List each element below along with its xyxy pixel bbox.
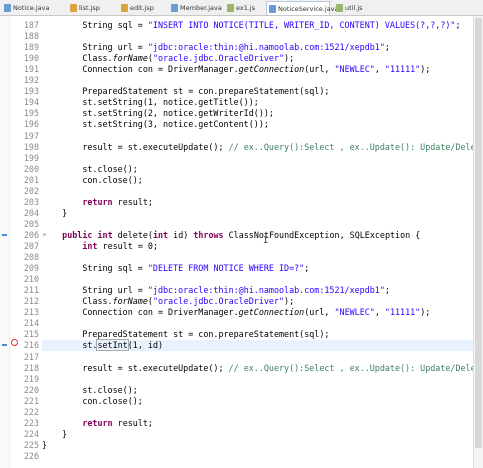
line-number: 211 [23, 285, 39, 296]
code-line[interactable]: } [42, 440, 47, 451]
java-file-icon [171, 3, 178, 12]
code-line[interactable]: st.setString(2, notice.getWriterId()); [42, 108, 274, 119]
code-line[interactable]: } [42, 208, 67, 219]
line-number: 208 [23, 252, 39, 263]
code-line[interactable]: Class.forName("oracle.jdbc.OracleDriver"… [42, 53, 294, 64]
mouse-ibeam-cursor: I [263, 236, 269, 246]
error-marker-icon[interactable] [11, 339, 18, 346]
line-number: 203 [23, 196, 39, 207]
code-line[interactable]: st.close(); [42, 164, 137, 175]
line-number: 200 [23, 163, 39, 174]
editor-tab-bar: Notice.java list.jsp edit.jsp Member.java ex… [0, 0, 483, 16]
tab-notice-java[interactable]: Notice.java [2, 1, 62, 14]
line-number: 207 [23, 241, 39, 251]
code-line[interactable]: result = st.executeUpdate(); // ex..Quer… [42, 142, 474, 153]
code-line[interactable]: st.close(); [42, 385, 137, 396]
line-number: 195 [23, 108, 39, 119]
line-number: 219 [23, 373, 39, 384]
code-line[interactable]: String sql = "INSERT INTO NOTICE(TITLE, … [42, 20, 460, 31]
line-number: 196 [23, 119, 39, 130]
tab-edit-jsp[interactable]: edit.jsp [119, 1, 163, 14]
code-editor[interactable]: String sql = "INSERT INTO NOTICE(TITLE, … [42, 16, 474, 468]
line-number: 199 [23, 152, 39, 163]
line-number: 218 [23, 362, 39, 373]
line-number: 226 [23, 450, 39, 461]
code-line[interactable]: String url = "jdbc:oracle:thin:@hi.namoo… [42, 42, 390, 53]
line-number: 221 [23, 395, 39, 406]
line-number: 206 [23, 229, 39, 240]
tab-label: edit.jsp [130, 3, 154, 12]
code-line[interactable]: PreparedStatement st = con.prepareStatem… [42, 86, 329, 97]
code-line[interactable]: st.setString(3, notice.getContent()); [42, 119, 269, 130]
code-line[interactable]: PreparedStatement st = con.prepareStatem… [42, 329, 329, 340]
line-number: 187 [23, 20, 39, 30]
line-number: 222 [23, 406, 39, 417]
ruler-marker[interactable] [2, 344, 7, 347]
scrollbar-thumb[interactable] [475, 18, 482, 448]
code-line[interactable]: } [42, 429, 67, 440]
tab-label: NoticeService.java [278, 4, 339, 13]
line-number: 220 [23, 384, 39, 395]
tab-util-js[interactable]: util.js [334, 1, 368, 14]
line-number: 188 [23, 31, 39, 42]
jsp-file-icon [70, 3, 77, 12]
line-number: 209 [23, 263, 39, 274]
line-number: 205 [23, 218, 39, 229]
line-number: 194 [23, 97, 39, 108]
code-line[interactable]: String sql = "DELETE FROM NOTICE WHERE I… [42, 263, 309, 274]
tab-label: Member.java [180, 3, 222, 12]
line-number: 201 [23, 174, 39, 185]
code-line[interactable]: Connection con = DriverManager.getConnec… [42, 307, 430, 318]
code-line[interactable]: Connection con = DriverManager.getConnec… [42, 64, 430, 75]
vertical-scrollbar[interactable] [473, 16, 483, 468]
tab-noticeservice-java[interactable]: NoticeService.java [266, 1, 338, 15]
line-number: 212 [23, 296, 39, 307]
code-line[interactable]: public int delete(int id) throws ClassNo… [42, 230, 420, 241]
line-number: 193 [23, 86, 39, 97]
line-number: 204 [23, 207, 39, 218]
line-number: 214 [23, 318, 39, 329]
code-line[interactable]: int result = 0; [42, 241, 158, 252]
code-line[interactable]: return result; [42, 197, 153, 208]
line-number: 217 [23, 351, 39, 362]
tab-label: ex1.js [236, 3, 256, 12]
code-line[interactable]: st.setString(1, notice.getTitle()); [42, 97, 259, 108]
line-number: 192 [23, 75, 39, 86]
code-line[interactable]: Class.forName("oracle.jdbc.OracleDriver"… [42, 296, 294, 307]
code-line[interactable]: con.close(); [42, 396, 143, 407]
line-number: 213 [23, 307, 39, 318]
line-number: 224 [23, 428, 39, 439]
line-number: 191 [23, 64, 39, 75]
line-number: 197 [23, 130, 39, 141]
tab-member-java[interactable]: Member.java [169, 1, 222, 14]
code-line[interactable]: result = st.executeUpdate(); // ex..Quer… [42, 363, 474, 374]
tab-list-jsp[interactable]: list.jsp [68, 1, 112, 14]
ruler-marker[interactable] [2, 233, 7, 236]
line-number: 190 [23, 53, 39, 64]
code-line[interactable]: st.setInt(1, id) [42, 339, 163, 352]
java-file-icon [269, 4, 276, 13]
line-number: 223 [23, 417, 39, 428]
java-file-icon [4, 3, 11, 12]
line-number: 189 [23, 42, 39, 53]
jsp-file-icon [121, 3, 128, 12]
tab-ex1-js[interactable]: ex1.js [225, 1, 261, 14]
tab-label: Notice.java [13, 3, 50, 12]
js-file-icon [336, 3, 343, 12]
js-file-icon [227, 3, 234, 12]
tab-label: util.js [345, 3, 363, 12]
line-number: 202 [23, 185, 39, 196]
line-number: 198 [23, 141, 39, 152]
tab-label: list.jsp [79, 3, 100, 12]
code-line[interactable]: con.close(); [42, 175, 143, 186]
line-number: 225 [23, 439, 39, 450]
code-line[interactable]: String url = "jdbc:oracle:thin:@hi.namoo… [42, 285, 390, 296]
line-number: 210 [23, 274, 39, 285]
code-line[interactable]: return result; [42, 418, 153, 429]
